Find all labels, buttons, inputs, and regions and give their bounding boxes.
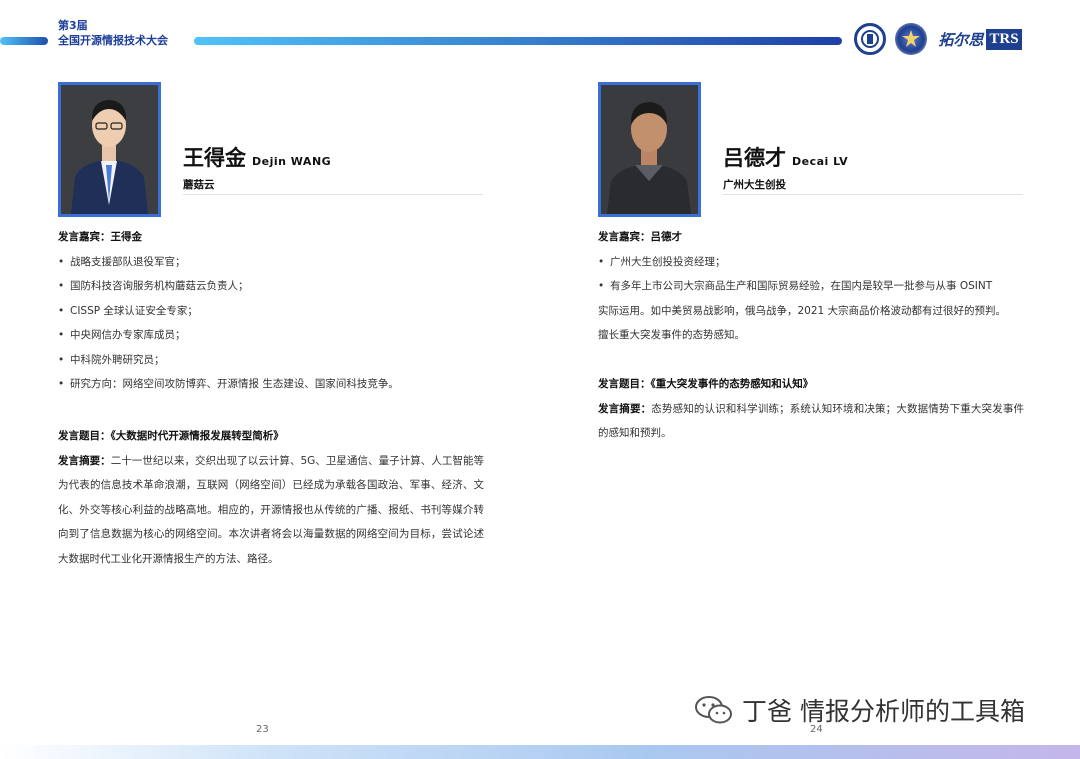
- bio-bullet-list: 广州大生创投投资经理； 有多年上市公司大宗商品生产和国际贸易经验，在国内是较早一…: [598, 250, 1038, 299]
- speaker-photo: [598, 82, 701, 217]
- trs-logo-brand: TRS: [986, 28, 1022, 50]
- guest-name: 吕德才: [650, 231, 683, 243]
- speaker-org: 广州大生创投: [723, 179, 786, 191]
- bio-bullet: 广州大生创投投资经理；: [598, 250, 1038, 275]
- header-accent-bar-left: [0, 37, 48, 45]
- watermark-text: 丁爸 情报分析师的工具箱: [742, 697, 1025, 726]
- divider: [183, 194, 483, 195]
- page-number: 23: [256, 724, 269, 735]
- event-name: 全国开源情报技术大会: [58, 34, 168, 47]
- wechat-icon: [695, 696, 732, 724]
- topic-label: 发言题目：: [598, 378, 651, 390]
- guest-line: 发言嘉宾：王得金: [58, 225, 488, 250]
- university-seal-icon: [854, 23, 886, 55]
- topic-title: 《重大突发事件的态势感知和认知》: [650, 378, 814, 390]
- guest-label: 发言嘉宾：: [598, 231, 651, 243]
- speaker-name-en: Dejin WANG: [252, 155, 332, 168]
- bio-bullet: 有多年上市公司大宗商品生产和国际贸易经验，在国内是较早一批参与从事 OSINT: [598, 274, 1038, 299]
- speaker-bio: 发言嘉宾：吕德才 广州大生创投投资经理； 有多年上市公司大宗商品生产和国际贸易经…: [598, 225, 1038, 348]
- speaker-name: 吕德才 Decai LV: [723, 142, 848, 172]
- header-accent-bar: [194, 37, 842, 45]
- bio-bullet: 国防科技咨询服务机构蘑菇云负责人；: [58, 274, 488, 299]
- abstract-text: 态势感知的认识和科学训练；系统认知环境和决策；大数据情势下重大突发事件的感知和预…: [598, 402, 1025, 440]
- topic-label: 发言题目：: [58, 430, 111, 442]
- speaker-name-en: Decai LV: [792, 155, 849, 168]
- abstract-text: 二十一世纪以来，交织出现了以云计算、5G、卫星通信、量子计算、人工智能等为代表的…: [58, 454, 484, 565]
- bio-bullet: 研究方向：网络空间攻防博弈、开源情报 生态建设、国家间科技竞争。: [58, 372, 488, 397]
- speaker-name-cn: 王得金: [183, 146, 246, 170]
- abstract-paragraph: 发言摘要：二十一世纪以来，交织出现了以云计算、5G、卫星通信、量子计算、人工智能…: [58, 449, 484, 572]
- guest-line: 发言嘉宾：吕德才: [598, 225, 1038, 250]
- trs-logo-script: 拓尔思: [938, 30, 984, 49]
- bio-continuation: 擅长重大突发事件的态势感知。: [598, 329, 745, 341]
- bio-bullet: 战略支援部队退役军官；: [58, 250, 488, 275]
- abstract-paragraph: 发言摘要：态势感知的认识和科学训练；系统认知环境和决策；大数据情势下重大突发事件…: [598, 397, 1024, 446]
- topic-line: 发言题目：《重大突发事件的态势感知和认知》: [598, 372, 1024, 397]
- bio-continuation: 实际运用。如中美贸易战影响，俄乌战争，2021 大宗商品价格波动都有过很好的预判…: [598, 304, 1007, 317]
- guest-name: 王得金: [110, 231, 143, 243]
- speaker-name-cn: 吕德才: [723, 146, 786, 170]
- speaker-photo: [58, 82, 161, 217]
- talk-info: 发言题目：《大数据时代开源情报发展转型简析》 发言摘要：二十一世纪以来，交织出现…: [58, 424, 484, 571]
- bio-bullet: 中央网信办专家库成员；: [58, 323, 488, 348]
- bio-bullet: 中科院外聘研究员；: [58, 348, 488, 373]
- guest-label: 发言嘉宾：: [58, 231, 111, 243]
- speaker-org: 蘑菇云: [183, 179, 215, 191]
- divider: [723, 194, 1023, 195]
- event-title: 第3届 全国开源情报技术大会: [58, 18, 168, 48]
- topic-title: 《大数据时代开源情报发展转型简析》: [110, 430, 284, 442]
- speaker-bio: 发言嘉宾：王得金 战略支援部队退役军官； 国防科技咨询服务机构蘑菇云负责人； C…: [58, 225, 488, 397]
- watermark: 丁爸 情报分析师的工具箱: [694, 692, 1025, 728]
- event-edition: 第3届: [58, 19, 88, 32]
- abstract-label: 发言摘要：: [598, 402, 652, 415]
- bio-bullet-list: 战略支援部队退役军官； 国防科技咨询服务机构蘑菇云负责人； CISSP 全球认证…: [58, 250, 488, 397]
- talk-info: 发言题目：《重大突发事件的态势感知和认知》 发言摘要：态势感知的认识和科学训练；…: [598, 372, 1024, 446]
- topic-line: 发言题目：《大数据时代开源情报发展转型简析》: [58, 424, 484, 449]
- abstract-label: 发言摘要：: [58, 454, 111, 467]
- trs-logo: 拓尔思 TRS: [937, 23, 1023, 55]
- footer-gradient-bar: [0, 745, 1080, 759]
- bio-bullet: CISSP 全球认证安全专家；: [58, 299, 488, 324]
- speaker-name: 王得金 Dejin WANG: [183, 142, 331, 172]
- police-emblem-icon: [895, 23, 927, 55]
